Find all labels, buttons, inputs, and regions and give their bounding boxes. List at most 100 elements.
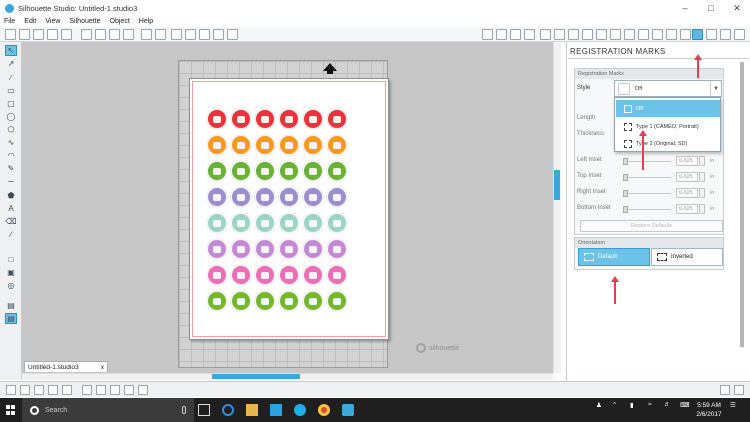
- bottom-inset-slider[interactable]: [623, 209, 671, 210]
- sticker-circle[interactable]: [231, 109, 251, 129]
- document-tab-close[interactable]: x: [101, 364, 104, 371]
- left-inset-slider-knob[interactable]: [623, 158, 628, 165]
- sticker-circle[interactable]: [279, 265, 299, 285]
- sticker-circle[interactable]: [327, 213, 347, 233]
- sticker-circle[interactable]: [231, 291, 251, 311]
- keyboard-icon[interactable]: ⌨: [680, 401, 689, 409]
- page-setup-icon[interactable]: [482, 29, 493, 40]
- sticker-circle[interactable]: [255, 109, 275, 129]
- skype-icon[interactable]: [294, 404, 306, 416]
- duplicate-icon[interactable]: [34, 385, 44, 395]
- sticker-circle[interactable]: [255, 135, 275, 155]
- sticker-circle[interactable]: [303, 187, 323, 207]
- line-style-icon[interactable]: [568, 29, 579, 40]
- right-inset-slider[interactable]: [623, 193, 671, 194]
- design-page[interactable]: [189, 78, 389, 340]
- redo-icon[interactable]: [155, 29, 166, 40]
- sticker-circle[interactable]: [279, 187, 299, 207]
- offset-icon[interactable]: [596, 29, 607, 40]
- new-document-icon[interactable]: [5, 29, 16, 40]
- draw-mode-icon[interactable]: □: [5, 254, 17, 265]
- mirror-icon[interactable]: [62, 385, 72, 395]
- library-panel-icon[interactable]: [734, 29, 745, 40]
- sticker-circle[interactable]: [303, 109, 323, 129]
- make-compound-icon[interactable]: [110, 385, 120, 395]
- bottom-inset-spinner[interactable]: [699, 204, 705, 214]
- windows-start-icon[interactable]: [6, 405, 16, 415]
- silhouette-taskbar-icon[interactable]: [342, 404, 354, 416]
- eraser-tool-icon[interactable]: ⌫: [5, 216, 17, 227]
- file-explorer-icon[interactable]: [246, 404, 258, 416]
- text-style-icon[interactable]: [524, 29, 535, 40]
- style-select[interactable]: Off ▼: [614, 80, 722, 97]
- sticker-circle[interactable]: [255, 161, 275, 181]
- sticker-circle[interactable]: [327, 265, 347, 285]
- save-icon[interactable]: [47, 29, 58, 40]
- menu-file[interactable]: File: [4, 18, 15, 25]
- fit-to-page-icon[interactable]: [227, 29, 238, 40]
- sticker-circle[interactable]: [231, 187, 251, 207]
- left-inset-field[interactable]: 0.625: [676, 156, 698, 166]
- cut-icon[interactable]: [81, 29, 92, 40]
- chrome-icon[interactable]: [318, 404, 330, 416]
- ungroup-icon[interactable]: [96, 385, 106, 395]
- smooth-freehand-icon[interactable]: ∼: [5, 176, 17, 187]
- people-icon[interactable]: ♟: [596, 401, 602, 409]
- style-option-off[interactable]: Off: [616, 100, 720, 117]
- microphone-icon[interactable]: [182, 406, 186, 414]
- sticker-circle[interactable]: [327, 135, 347, 155]
- chevron-up-icon[interactable]: ⌃: [612, 401, 617, 409]
- grid-icon[interactable]: [496, 29, 507, 40]
- sticker-circle[interactable]: [207, 291, 227, 311]
- sticker-circle[interactable]: [303, 239, 323, 259]
- paste-icon[interactable]: [109, 29, 120, 40]
- curve-tool-icon[interactable]: ∿: [5, 137, 17, 148]
- print-icon[interactable]: [61, 29, 72, 40]
- zoom-in-icon[interactable]: [185, 29, 196, 40]
- left-inset-slider[interactable]: [623, 161, 671, 162]
- text-tool-icon[interactable]: A: [5, 203, 17, 214]
- sticker-circle[interactable]: [327, 109, 347, 129]
- battery-icon[interactable]: ▮: [630, 401, 634, 409]
- sticker-circle[interactable]: [231, 161, 251, 181]
- select-tool-icon[interactable]: ↖: [5, 45, 17, 56]
- replicate-icon[interactable]: [582, 29, 593, 40]
- menu-help[interactable]: Help: [139, 18, 153, 25]
- close-icon[interactable]: ✕: [724, 0, 750, 16]
- sticker-circle[interactable]: [255, 187, 275, 207]
- menu-silhouette[interactable]: Silhouette: [69, 18, 100, 25]
- left-inset-spinner[interactable]: [699, 156, 705, 166]
- knife-icon[interactable]: [652, 29, 663, 40]
- layers-panel-icon[interactable]: ▤: [5, 313, 17, 324]
- sticker-circle[interactable]: [303, 135, 323, 155]
- horizontal-scroll-thumb[interactable]: [212, 374, 300, 379]
- design-store-icon[interactable]: [720, 29, 731, 40]
- modify-icon[interactable]: [638, 29, 649, 40]
- cut-settings-icon[interactable]: [734, 385, 744, 395]
- trace-icon[interactable]: [610, 29, 621, 40]
- sticker-circle[interactable]: [303, 213, 323, 233]
- align-icon[interactable]: [624, 29, 635, 40]
- undo-icon[interactable]: [141, 29, 152, 40]
- sticker-circle[interactable]: [279, 135, 299, 155]
- orientation-inverted-button[interactable]: Inverted: [651, 248, 723, 266]
- sticker-circle[interactable]: [255, 265, 275, 285]
- delete-icon[interactable]: [123, 29, 134, 40]
- delete-selection-icon[interactable]: [48, 385, 58, 395]
- fill-color-icon[interactable]: [540, 29, 551, 40]
- store-icon[interactable]: [270, 404, 282, 416]
- line-tool-icon[interactable]: ∕: [5, 72, 17, 83]
- edge-browser-icon[interactable]: [222, 404, 234, 416]
- sticker-circle[interactable]: [231, 213, 251, 233]
- ellipse-tool-icon[interactable]: ◯: [5, 111, 17, 122]
- sticker-circle[interactable]: [303, 265, 323, 285]
- wifi-icon[interactable]: ≈: [648, 401, 652, 408]
- sticker-circle[interactable]: [255, 213, 275, 233]
- style-option-type2[interactable]: Type 2 (Original, SD): [616, 135, 720, 152]
- sticker-circle[interactable]: [303, 291, 323, 311]
- select-all-icon[interactable]: [6, 385, 16, 395]
- sticker-circle[interactable]: [279, 161, 299, 181]
- right-inset-slider-knob[interactable]: [623, 190, 628, 197]
- select-none-icon[interactable]: [20, 385, 30, 395]
- sticker-circle[interactable]: [207, 265, 227, 285]
